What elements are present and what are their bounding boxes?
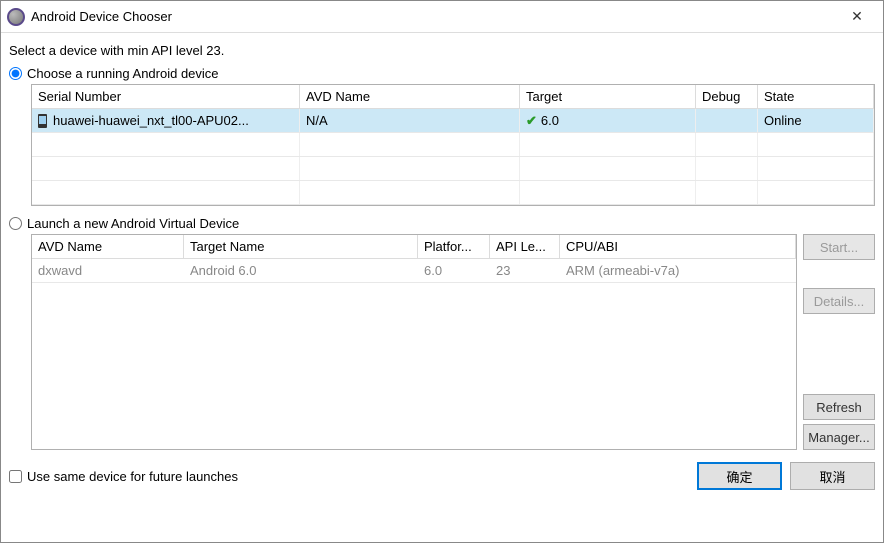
cell-serial-text: huawei-huawei_nxt_tl00-APU02... bbox=[53, 113, 249, 128]
titlebar: Android Device Chooser ✕ bbox=[1, 1, 883, 33]
dialog-content: Select a device with min API level 23. C… bbox=[1, 33, 883, 542]
table-row-empty bbox=[32, 181, 874, 205]
avd-table[interactable]: AVD Name Target Name Platfor... API Le..… bbox=[31, 234, 797, 450]
col-target[interactable]: Target bbox=[520, 85, 696, 108]
table-header: AVD Name Target Name Platfor... API Le..… bbox=[32, 235, 796, 259]
col-api[interactable]: API Le... bbox=[490, 235, 560, 258]
col-avd-name[interactable]: AVD Name bbox=[32, 235, 184, 258]
col-state[interactable]: State bbox=[758, 85, 874, 108]
radio-launch-avd[interactable]: Launch a new Android Virtual Device bbox=[9, 216, 875, 231]
instruction-text: Select a device with min API level 23. bbox=[9, 43, 875, 58]
cell-state: Online bbox=[758, 109, 874, 132]
refresh-button[interactable]: Refresh bbox=[803, 394, 875, 420]
col-target-name[interactable]: Target Name bbox=[184, 235, 418, 258]
radio-choose-running-input[interactable] bbox=[9, 67, 22, 80]
details-button[interactable]: Details... bbox=[803, 288, 875, 314]
eclipse-icon bbox=[7, 8, 25, 26]
col-platform[interactable]: Platfor... bbox=[418, 235, 490, 258]
cell-targetname: Android 6.0 bbox=[184, 259, 418, 282]
col-serial[interactable]: Serial Number bbox=[32, 85, 300, 108]
window-title: Android Device Chooser bbox=[31, 9, 839, 24]
cell-target-text: 6.0 bbox=[541, 113, 559, 128]
cell-avd: N/A bbox=[300, 109, 520, 132]
same-device-checkbox[interactable]: Use same device for future launches bbox=[9, 469, 238, 484]
table-row[interactable]: huawei-huawei_nxt_tl00-APU02... N/A ✔ 6.… bbox=[32, 109, 874, 133]
col-avd-name[interactable]: AVD Name bbox=[300, 85, 520, 108]
radio-launch-avd-label: Launch a new Android Virtual Device bbox=[27, 216, 239, 231]
close-button[interactable]: ✕ bbox=[839, 5, 875, 29]
radio-choose-running-label: Choose a running Android device bbox=[27, 66, 219, 81]
ok-button[interactable]: 确定 bbox=[697, 462, 782, 490]
same-device-label: Use same device for future launches bbox=[27, 469, 238, 484]
cell-avdname: dxwavd bbox=[32, 259, 184, 282]
phone-icon bbox=[38, 114, 47, 128]
cell-api: 23 bbox=[490, 259, 560, 282]
table-row[interactable]: dxwavd Android 6.0 6.0 23 ARM (armeabi-v… bbox=[32, 259, 796, 283]
radio-launch-avd-input[interactable] bbox=[9, 217, 22, 230]
same-device-checkbox-input[interactable] bbox=[9, 470, 22, 483]
col-cpu[interactable]: CPU/ABI bbox=[560, 235, 796, 258]
cell-cpu: ARM (armeabi-v7a) bbox=[560, 259, 796, 282]
col-debug[interactable]: Debug bbox=[696, 85, 758, 108]
radio-choose-running[interactable]: Choose a running Android device bbox=[9, 66, 875, 81]
check-icon: ✔ bbox=[526, 113, 537, 129]
manager-button[interactable]: Manager... bbox=[803, 424, 875, 450]
cancel-button[interactable]: 取消 bbox=[790, 462, 875, 490]
table-header: Serial Number AVD Name Target Debug Stat… bbox=[32, 85, 874, 109]
start-button[interactable]: Start... bbox=[803, 234, 875, 260]
running-devices-table[interactable]: Serial Number AVD Name Target Debug Stat… bbox=[31, 84, 875, 206]
table-row-empty bbox=[32, 133, 874, 157]
cell-platform: 6.0 bbox=[418, 259, 490, 282]
table-row-empty bbox=[32, 157, 874, 181]
cell-target: ✔ 6.0 bbox=[520, 109, 696, 132]
cell-serial: huawei-huawei_nxt_tl00-APU02... bbox=[32, 109, 300, 132]
cell-debug bbox=[696, 109, 758, 132]
